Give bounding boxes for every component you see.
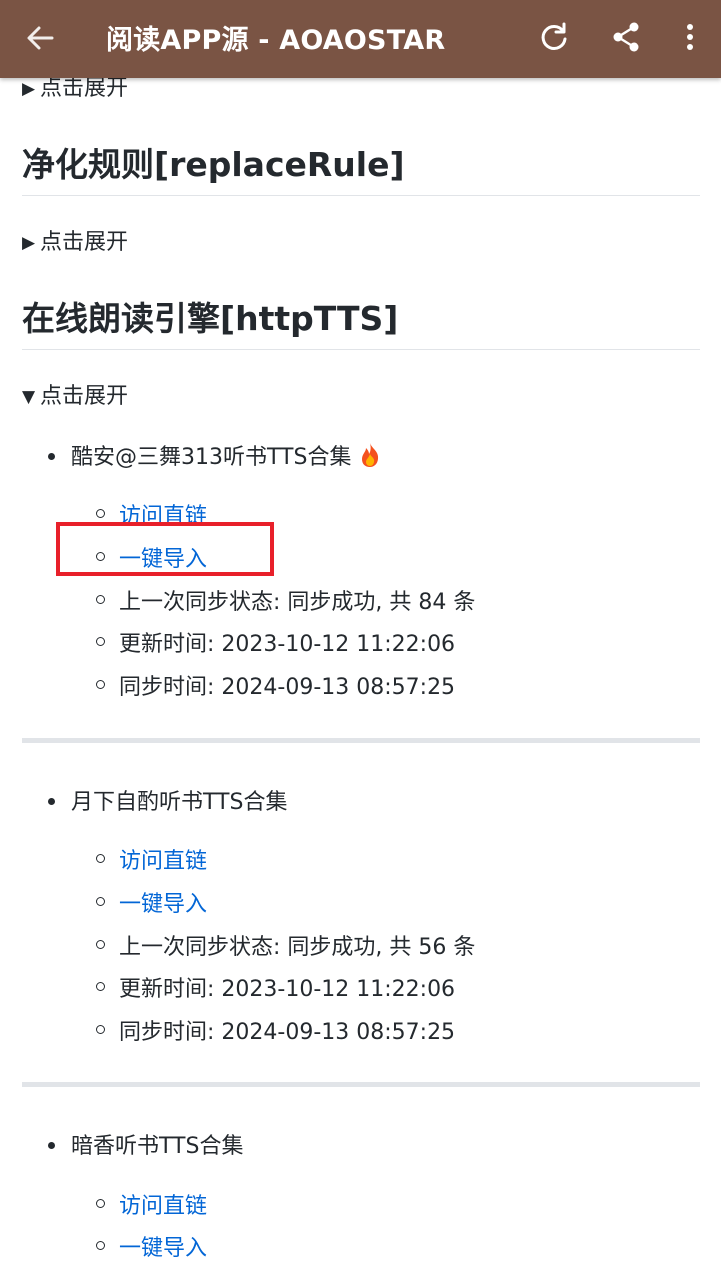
highlight-annotation-box: [56, 522, 274, 576]
hollow-bullet: [96, 897, 105, 906]
bullet-dot: [48, 453, 55, 460]
section-divider: [22, 738, 700, 743]
section-heading-replace-rule: 净化规则[replaceRule]: [22, 145, 405, 184]
hollow-bullet: [96, 940, 105, 949]
sync-time-text: 同步时间: 2024-09-13 08:57:25: [119, 1020, 456, 1045]
hollow-bullet: [96, 982, 105, 991]
heading-divider: [22, 349, 700, 350]
source-name: 暗香听书TTS合集: [71, 1134, 244, 1159]
sync-status-text: 上一次同步状态: 同步成功, 共 56 条: [119, 935, 476, 960]
hollow-bullet: [96, 595, 105, 604]
heading-divider: [22, 195, 700, 196]
fire-icon: [359, 442, 381, 474]
expand-triangle-icon: ▶: [22, 233, 36, 253]
hollow-bullet: [96, 1241, 105, 1250]
section-divider: [22, 1082, 700, 1087]
hollow-bullet: [96, 1025, 105, 1034]
section-heading-http-tts: 在线朗读引擎[httpTTS]: [22, 299, 399, 338]
one-click-import-link[interactable]: 一键导入: [119, 886, 207, 918]
details-summary-replace-rule[interactable]: ▶ 点击展开: [22, 224, 128, 256]
source-name: 月下自酌听书TTS合集: [71, 790, 288, 815]
more-vert-icon[interactable]: [676, 20, 704, 54]
update-time-text: 更新时间: 2023-10-12 11:22:06: [119, 977, 456, 1002]
details-summary-http-tts[interactable]: ▼ 点击展开: [22, 378, 128, 410]
app-bar: 阅读APP源 - AOAOSTAR: [0, 0, 721, 78]
hollow-bullet: [96, 509, 105, 518]
bullet-dot: [48, 1142, 55, 1149]
visit-link[interactable]: 访问直链: [119, 1188, 207, 1220]
sync-time-text: 同步时间: 2024-09-13 08:57:25: [119, 675, 456, 700]
visit-link[interactable]: 访问直链: [119, 843, 207, 875]
hollow-bullet: [96, 854, 105, 863]
hollow-bullet: [96, 637, 105, 646]
arrow-left-icon[interactable]: [22, 20, 58, 56]
sync-status-text: 上一次同步状态: 同步成功, 共 84 条: [119, 590, 476, 615]
refresh-icon[interactable]: [537, 20, 571, 54]
hollow-bullet: [96, 1199, 105, 1208]
share-icon[interactable]: [610, 20, 642, 54]
source-name: 酷安@三舞313听书TTS合集: [71, 445, 352, 470]
expand-triangle-icon: ▶: [22, 79, 36, 99]
bullet-dot: [48, 798, 55, 805]
update-time-text: 更新时间: 2023-10-12 11:22:06: [119, 632, 456, 657]
one-click-import-link[interactable]: 一键导入: [119, 1230, 207, 1262]
hollow-bullet: [96, 680, 105, 689]
collapse-triangle-icon: ▼: [22, 387, 36, 407]
page-title: 阅读APP源 - AOAOSTAR: [106, 25, 446, 56]
